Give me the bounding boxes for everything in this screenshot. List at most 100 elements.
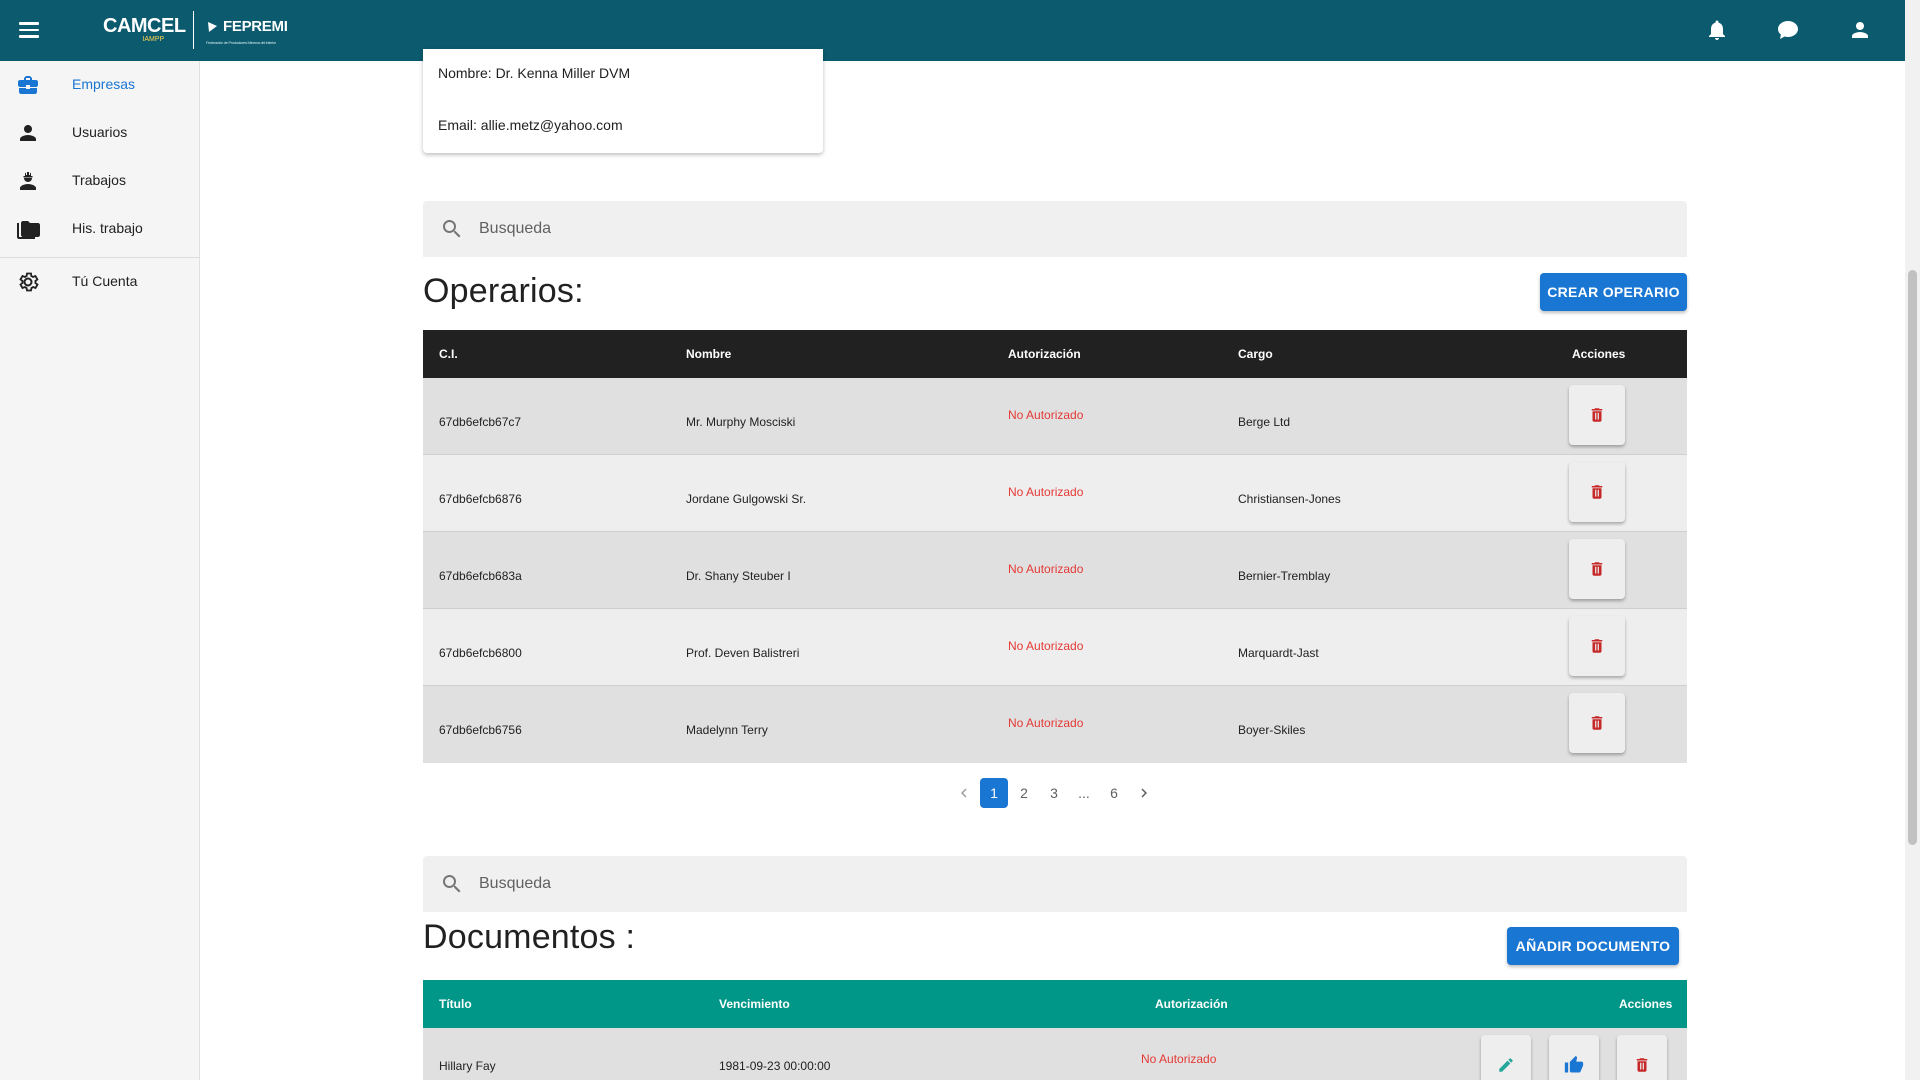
status-badge: No Autorizado bbox=[1008, 639, 1084, 653]
delete-button[interactable] bbox=[1569, 616, 1625, 676]
camcel-logo-text: CAMCEL bbox=[103, 15, 186, 37]
column-header-acciones: Acciones bbox=[1619, 997, 1673, 1011]
operators-table-header: C.I. Nombre Autorización Cargo Acciones bbox=[423, 330, 1687, 378]
worker-icon bbox=[16, 169, 40, 193]
status-badge: No Autorizado bbox=[1008, 716, 1084, 730]
page-button-2[interactable]: 2 bbox=[1010, 778, 1038, 808]
sidebar-item-label: Tú Cuenta bbox=[72, 273, 138, 289]
sidebar-item-tu-cuenta[interactable]: Tú Cuenta bbox=[0, 258, 199, 306]
column-header-acciones: Acciones bbox=[1572, 347, 1626, 361]
table-row: 67db6efcb6800 Prof. Deven Balistreri No … bbox=[423, 609, 1687, 686]
menu-icon[interactable] bbox=[17, 18, 41, 42]
fepremi-logo-mark-icon bbox=[208, 21, 217, 32]
fepremi-logo-text: FEPREMI bbox=[223, 18, 288, 35]
column-header-autorizacion: Autorización bbox=[1008, 347, 1081, 361]
column-header-autorizacion: Autorización bbox=[1155, 997, 1228, 1011]
account-icon[interactable] bbox=[1848, 18, 1872, 42]
delete-button[interactable] bbox=[1617, 1035, 1667, 1080]
edit-button[interactable] bbox=[1481, 1035, 1531, 1080]
pagination: 1 2 3 ... 6 bbox=[950, 778, 1150, 808]
column-header-vencimiento: Vencimiento bbox=[719, 997, 790, 1011]
sidebar-item-usuarios[interactable]: Usuarios bbox=[0, 109, 199, 157]
thumbs-up-icon bbox=[1564, 1055, 1584, 1073]
sidebar-item-trabajos[interactable]: Trabajos bbox=[0, 157, 199, 205]
operator-cargo: Berge Ltd bbox=[1238, 415, 1291, 429]
table-row: 67db6efcb6756 Madelynn Terry No Autoriza… bbox=[423, 686, 1687, 763]
operator-ci: 67db6efcb683a bbox=[439, 569, 522, 583]
add-document-button[interactable]: AÑADIR DOCUMENTO bbox=[1507, 927, 1679, 965]
operators-search-input[interactable] bbox=[479, 201, 1659, 257]
sidebar-item-label: Empresas bbox=[72, 76, 136, 92]
camcel-logo-sub: IAMPP bbox=[142, 36, 165, 43]
operators-table: C.I. Nombre Autorización Cargo Acciones … bbox=[423, 330, 1687, 763]
delete-button[interactable] bbox=[1569, 693, 1625, 753]
camcel-logo: CAMCEL IAMPP bbox=[103, 16, 186, 44]
sidebar-item-his-trabajo[interactable]: His. trabajo bbox=[0, 205, 199, 253]
documents-search-bar[interactable] bbox=[423, 856, 1687, 912]
fepremi-logo: FEPREMI Federación de Productores Minero… bbox=[206, 18, 288, 45]
approve-button[interactable] bbox=[1549, 1035, 1599, 1080]
table-row: Hillary Fay 1981-09-23 00:00:00 No Autor… bbox=[423, 1028, 1687, 1080]
app-header: CAMCEL IAMPP FEPREMI Federación de Produ… bbox=[0, 0, 1905, 61]
operator-name: Mr. Murphy Mosciski bbox=[686, 415, 796, 429]
trash-icon bbox=[1591, 562, 1603, 576]
trash-icon bbox=[1591, 639, 1603, 653]
search-icon bbox=[440, 872, 464, 896]
trash-icon bbox=[1591, 716, 1603, 730]
briefcase-icon bbox=[16, 73, 40, 97]
pencil-icon bbox=[1499, 1058, 1513, 1072]
page-button-1[interactable]: 1 bbox=[980, 778, 1008, 808]
operator-ci: 67db6efcb6800 bbox=[439, 646, 522, 660]
operator-cargo: Bernier-Tremblay bbox=[1238, 569, 1331, 583]
operator-cargo: Christiansen-Jones bbox=[1238, 492, 1341, 506]
table-row: 67db6efcb683a Dr. Shany Steuber I No Aut… bbox=[423, 532, 1687, 609]
company-email: Email: allie.metz@yahoo.com bbox=[438, 117, 623, 133]
column-header-ci: C.I. bbox=[439, 347, 458, 361]
operator-name: Dr. Shany Steuber I bbox=[686, 569, 791, 583]
status-badge: No Autorizado bbox=[1008, 408, 1084, 422]
documents-table-header: Título Vencimiento Autorización Acciones bbox=[423, 980, 1687, 1028]
documents-search-input[interactable] bbox=[479, 856, 1659, 912]
trash-icon bbox=[1636, 1058, 1648, 1072]
operator-name: Prof. Deven Balistreri bbox=[686, 646, 800, 660]
table-row: 67db6efcb6876 Jordane Gulgowski Sr. No A… bbox=[423, 455, 1687, 532]
sidebar: Empresas Usuarios Trabajos His. trabajo … bbox=[0, 61, 200, 1080]
company-info-card: Nombre: Dr. Kenna Miller DVM Email: alli… bbox=[423, 49, 823, 153]
document-title: Hillary Fay bbox=[439, 1059, 496, 1073]
trash-icon bbox=[1591, 408, 1603, 422]
gear-icon bbox=[16, 270, 40, 294]
page-scrollbar-thumb[interactable] bbox=[1908, 270, 1917, 845]
trash-icon bbox=[1591, 485, 1603, 499]
chevron-left-icon[interactable] bbox=[950, 778, 978, 808]
bell-icon[interactable] bbox=[1705, 18, 1729, 42]
page-button-3[interactable]: 3 bbox=[1040, 778, 1068, 808]
sidebar-item-empresas[interactable]: Empresas bbox=[0, 61, 199, 109]
page-button-6[interactable]: 6 bbox=[1100, 778, 1128, 808]
operator-ci: 67db6efcb6876 bbox=[439, 492, 522, 506]
create-operator-button[interactable]: CREAR OPERARIO bbox=[1540, 273, 1687, 311]
sidebar-item-label: Trabajos bbox=[72, 172, 126, 188]
delete-button[interactable] bbox=[1569, 539, 1625, 599]
search-icon bbox=[440, 217, 464, 241]
operator-cargo: Marquardt-Jast bbox=[1238, 646, 1319, 660]
chat-icon[interactable] bbox=[1776, 18, 1800, 42]
status-badge: No Autorizado bbox=[1141, 1052, 1217, 1066]
status-badge: No Autorizado bbox=[1008, 562, 1084, 576]
logo-divider bbox=[193, 11, 194, 49]
delete-button[interactable] bbox=[1569, 462, 1625, 522]
delete-button[interactable] bbox=[1569, 385, 1625, 445]
page-ellipsis: ... bbox=[1078, 785, 1090, 801]
sidebar-item-label: Usuarios bbox=[72, 124, 128, 140]
fepremi-logo-sub: Federación de Productores Mineros del In… bbox=[206, 40, 276, 45]
column-header-nombre: Nombre bbox=[686, 347, 732, 361]
folder-icon bbox=[16, 217, 40, 241]
chevron-right-icon[interactable] bbox=[1130, 778, 1158, 808]
operator-name: Madelynn Terry bbox=[686, 723, 768, 737]
operator-name: Jordane Gulgowski Sr. bbox=[686, 492, 807, 506]
operators-search-bar[interactable] bbox=[423, 201, 1687, 257]
column-header-cargo: Cargo bbox=[1238, 347, 1273, 361]
company-name: Nombre: Dr. Kenna Miller DVM bbox=[438, 65, 631, 81]
documents-table: Título Vencimiento Autorización Acciones… bbox=[423, 980, 1687, 1080]
column-header-titulo: Título bbox=[439, 997, 472, 1011]
status-badge: No Autorizado bbox=[1008, 485, 1084, 499]
